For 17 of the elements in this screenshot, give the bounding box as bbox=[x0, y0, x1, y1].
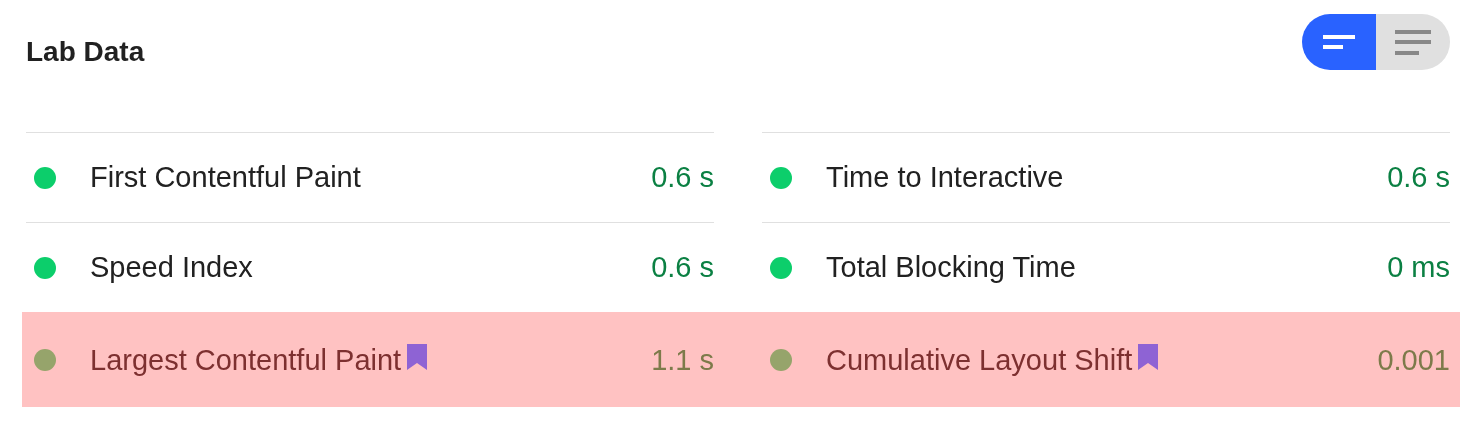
lines-icon bbox=[1395, 29, 1431, 55]
metric-value: 0.6 s bbox=[651, 251, 714, 284]
metric-name: Cumulative Layout Shift bbox=[826, 343, 1133, 377]
compact-view-button[interactable] bbox=[1302, 14, 1376, 70]
metric-value: 0 ms bbox=[1387, 251, 1450, 284]
metric-name: First Contentful Paint bbox=[90, 161, 361, 194]
metric-name: Time to Interactive bbox=[826, 161, 1064, 194]
short-lines-icon bbox=[1323, 35, 1355, 49]
metric-name: Speed Index bbox=[90, 251, 253, 284]
metric-value: 0.001 bbox=[1377, 343, 1450, 377]
list-view-button[interactable] bbox=[1376, 14, 1450, 70]
metric-name: Largest Contentful Paint bbox=[90, 343, 402, 377]
metric-value: 0.6 s bbox=[1387, 161, 1450, 194]
metric-value: 0.6 s bbox=[651, 161, 714, 194]
section-title: Lab Data bbox=[26, 36, 145, 68]
metric-name: Total Blocking Time bbox=[826, 251, 1076, 284]
metric-value: 1.1 s bbox=[651, 343, 714, 377]
